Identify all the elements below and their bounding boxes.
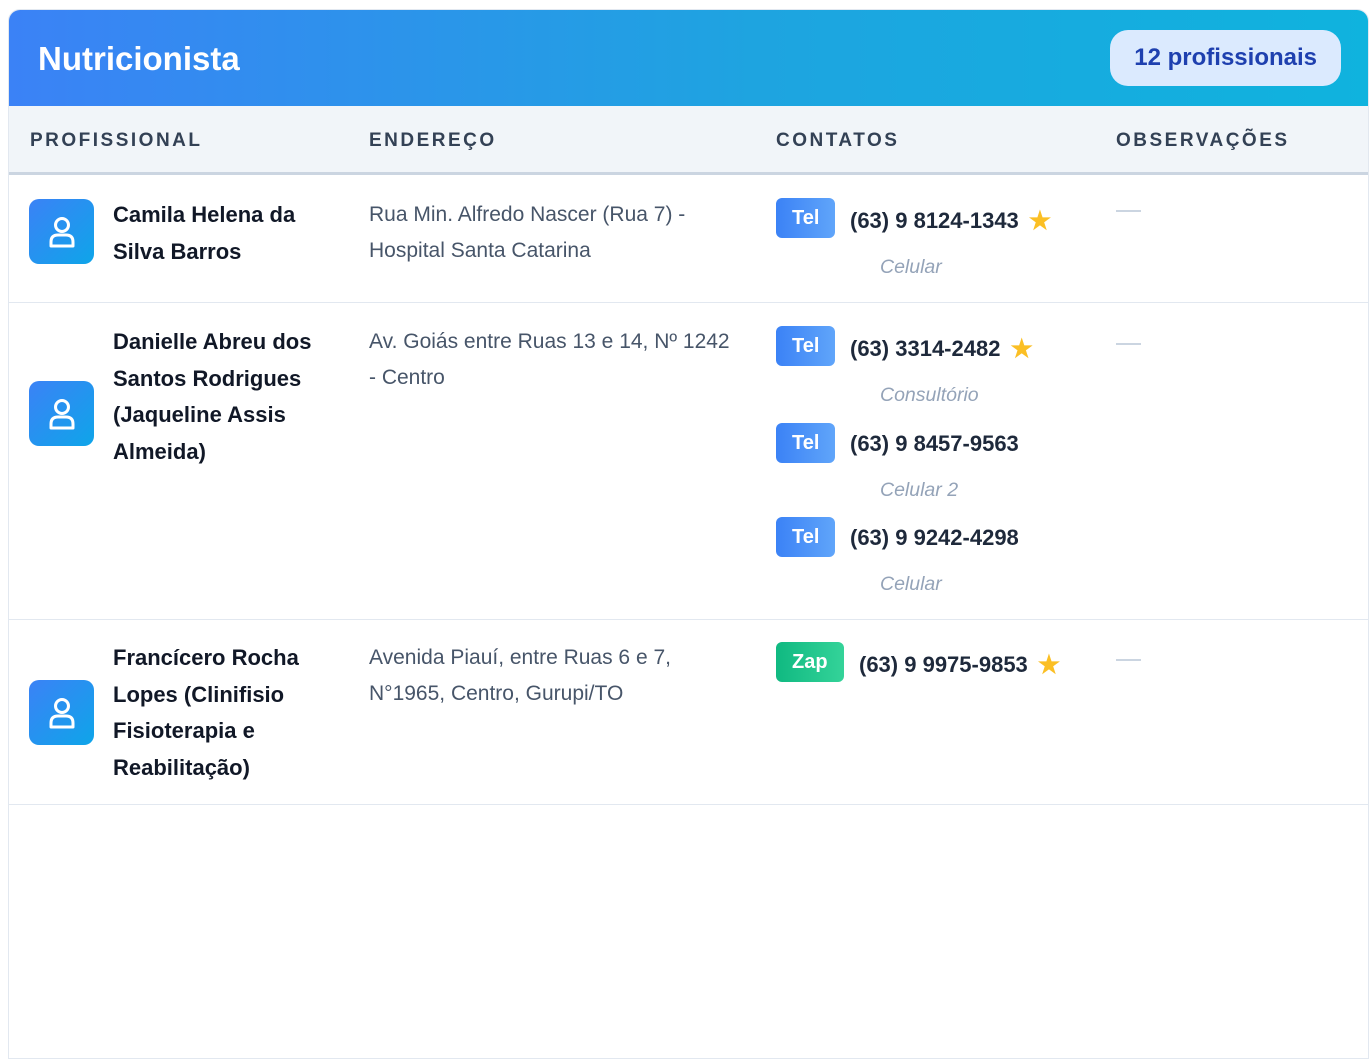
phone-label: Celular 2 bbox=[880, 479, 959, 501]
count-badge: 12 profissionais bbox=[1110, 30, 1341, 86]
phone-number-link[interactable]: (63) 9 9975-9853 ★ bbox=[859, 650, 1060, 680]
phone-number-link[interactable]: (63) 9 8124-1343 ★ bbox=[850, 206, 1051, 236]
whatsapp-type-tag: Zap bbox=[776, 642, 844, 682]
user-icon bbox=[29, 199, 94, 264]
contact-list: Tel (63) 9 8124-1343 ★ Celular bbox=[776, 198, 1106, 292]
notes-empty-dash bbox=[1116, 659, 1141, 661]
contact-entry: Tel (63) 9 8457-9563 Celular 2 bbox=[776, 423, 1106, 517]
star-icon: ★ bbox=[1010, 335, 1033, 363]
phone-label: Consultório bbox=[880, 384, 979, 406]
page-title: Nutricionista bbox=[38, 40, 240, 77]
table-header: PROFISSIONAL ENDEREÇO CONTATOS OBSERVAÇÕ… bbox=[9, 106, 1368, 175]
professional-name: Camila Helena da Silva Barros bbox=[113, 202, 296, 264]
contact-entry: Tel (63) 9 8124-1343 ★ Celular bbox=[776, 198, 1106, 292]
address-text: Avenida Piauí, entre Ruas 6 e 7, N°1965,… bbox=[369, 646, 671, 705]
phone-number[interactable]: (63) 9 9242-4298 bbox=[850, 525, 1019, 551]
table-row: Francícero Rocha Lopes (Clinifisio Fisio… bbox=[9, 620, 1368, 805]
column-header-notes: OBSERVAÇÕES bbox=[1116, 130, 1290, 151]
column-header-contacts: CONTATOS bbox=[776, 130, 900, 151]
address-text: Rua Min. Alfredo Nascer (Rua 7) - Hospit… bbox=[369, 203, 686, 262]
phone-number-link[interactable]: (63) 3314-2482 ★ bbox=[850, 334, 1033, 364]
phone-number[interactable]: (63) 9 8457-9563 bbox=[850, 431, 1019, 457]
phone-number[interactable]: (63) 9 9975-9853 bbox=[859, 652, 1028, 677]
phone-type-tag: Tel bbox=[776, 198, 836, 238]
notes-empty-dash bbox=[1116, 343, 1141, 345]
table-row: Camila Helena da Silva Barros Rua Min. A… bbox=[9, 175, 1368, 303]
notes-empty-dash bbox=[1116, 210, 1141, 212]
star-icon: ★ bbox=[1028, 207, 1052, 235]
phone-type-tag: Tel bbox=[776, 517, 836, 557]
phone-type-tag: Tel bbox=[776, 326, 836, 366]
contact-list: Tel (63) 3314-2482 ★ Consultório Tel (63)… bbox=[776, 326, 1106, 611]
contact-list: Zap (63) 9 9975-9853 ★ bbox=[776, 642, 1106, 702]
star-icon: ★ bbox=[1037, 651, 1061, 679]
user-icon bbox=[29, 381, 94, 446]
user-icon bbox=[29, 680, 94, 745]
phone-label: Celular bbox=[880, 573, 942, 595]
contact-entry: Zap (63) 9 9975-9853 ★ bbox=[776, 642, 1106, 702]
column-header-professional: PROFISSIONAL bbox=[30, 130, 203, 151]
professional-name: Danielle Abreu dos Santos Rodrigues (Jaq… bbox=[113, 329, 312, 464]
professionals-card: Nutricionista 12 profissionais PROFISSIO… bbox=[8, 9, 1369, 1059]
professional-name: Francícero Rocha Lopes (Clinifisio Fisio… bbox=[113, 645, 299, 780]
table-row: Danielle Abreu dos Santos Rodrigues (Jaq… bbox=[9, 303, 1368, 620]
card-header: Nutricionista 12 profissionais bbox=[9, 10, 1368, 106]
address-text: Av. Goiás entre Ruas 13 e 14, Nº 1242 - … bbox=[369, 330, 730, 389]
phone-type-tag: Tel bbox=[776, 423, 836, 463]
contact-entry: Tel (63) 3314-2482 ★ Consultório bbox=[776, 326, 1106, 420]
phone-label: Celular bbox=[880, 256, 942, 278]
phone-number[interactable]: (63) 3314-2482 bbox=[850, 336, 1000, 361]
column-header-address: ENDEREÇO bbox=[369, 130, 497, 151]
phone-number[interactable]: (63) 9 8124-1343 bbox=[850, 208, 1019, 233]
contact-entry: Tel (63) 9 9242-4298 Celular bbox=[776, 517, 1106, 611]
